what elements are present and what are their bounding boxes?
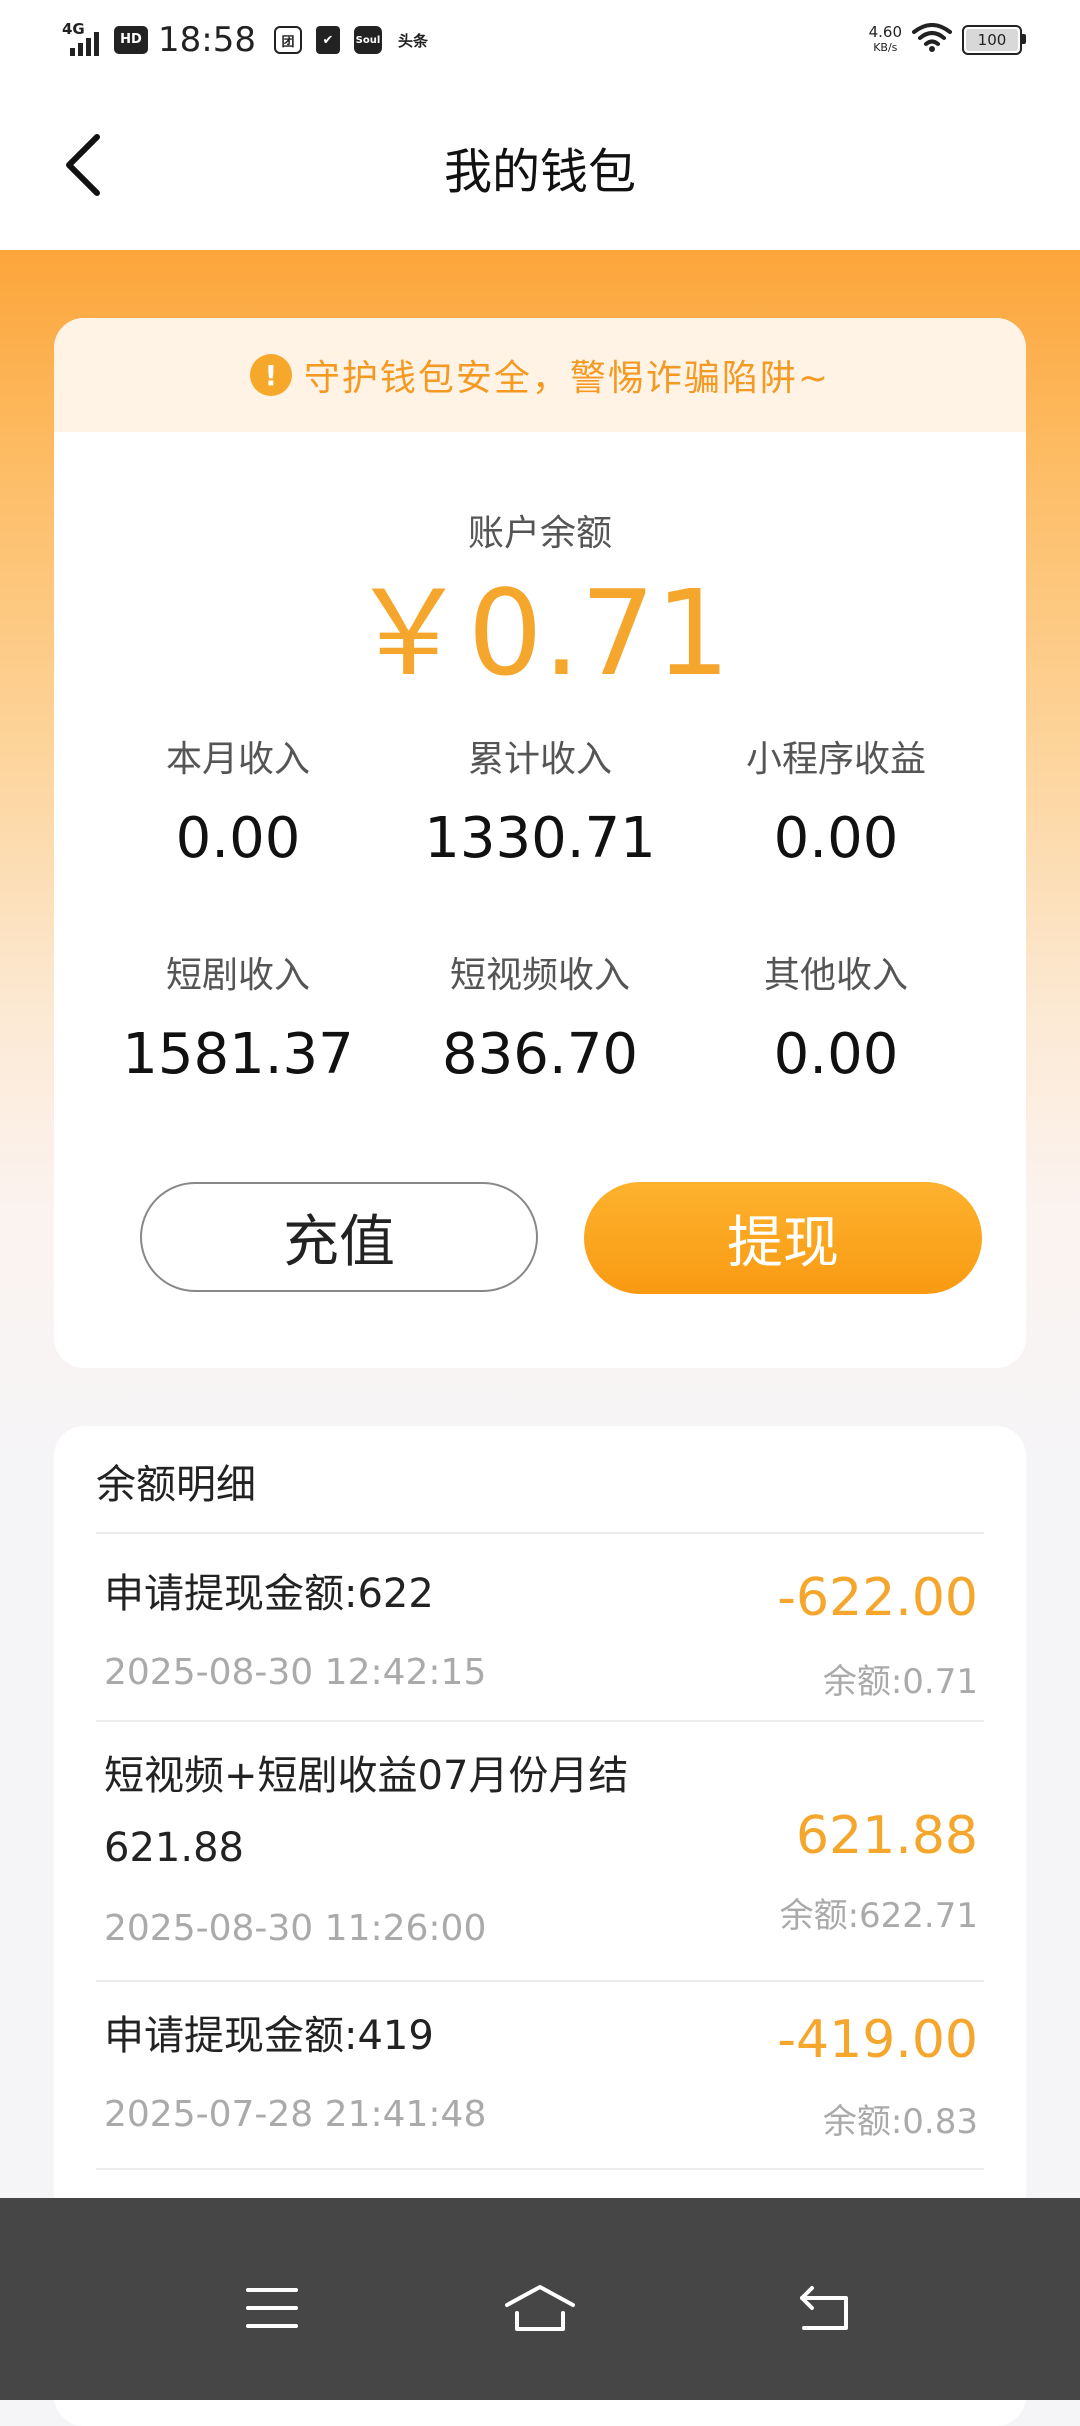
transaction-row[interactable]: 申请提现金额:419 2025-07-28 21:41:48 -419.00 余… bbox=[96, 1982, 984, 2170]
network-speed: 4.60 KB/s bbox=[869, 24, 902, 56]
network-speed-unit: KB/s bbox=[873, 41, 898, 54]
balance-amount: ￥0.71 bbox=[349, 564, 731, 702]
transaction-description: 申请提现金额:622 bbox=[104, 1571, 434, 1617]
recharge-button[interactable]: 充值 bbox=[140, 1182, 538, 1292]
hd-badge: HD bbox=[114, 26, 148, 54]
transaction-balance: 余额:622.71 bbox=[779, 1896, 978, 1936]
title-bar: 我的钱包 bbox=[0, 80, 1080, 250]
transaction-description-cont: 621.88 bbox=[104, 1825, 244, 1871]
transaction-row[interactable]: 短视频+短剧收益07月份月结 621.88 2025-08-30 11:26:0… bbox=[96, 1722, 984, 1982]
security-notice-text: 守护钱包安全，警惕诈骗陷阱~ bbox=[303, 358, 831, 399]
cellular-signal-icon: 4G bbox=[62, 20, 108, 60]
home-icon bbox=[505, 2285, 575, 2331]
notification-soul-icon: Soul bbox=[353, 26, 382, 54]
transaction-row[interactable]: 申请提现金额:622 2025-08-30 12:42:15 -622.00 余… bbox=[96, 1534, 984, 1722]
stat-miniprogram-income: 小程序收益 0.00 bbox=[686, 730, 986, 871]
network-speed-value: 4.60 bbox=[868, 23, 902, 41]
transaction-amount: -419.00 bbox=[777, 2010, 978, 2070]
wallet-card: ! 守护钱包安全，警惕诈骗陷阱~ 账户余额 ￥0.71 本月收入 0.00 累计… bbox=[54, 318, 1026, 1368]
page-title: 我的钱包 bbox=[443, 144, 636, 200]
status-bar: 4G HD 18:58 团 ✔ Soul 头条 4.60 KB/s 100 bbox=[0, 0, 1080, 80]
wifi-icon bbox=[912, 23, 952, 57]
balance-details-title: 余额明细 bbox=[96, 1462, 256, 1508]
transaction-balance: 余额:0.71 bbox=[822, 1662, 978, 1702]
transaction-date: 2025-08-30 11:26:00 bbox=[104, 1908, 487, 1949]
battery-icon: 100 bbox=[962, 25, 1026, 55]
system-navigation-bar bbox=[0, 2198, 1080, 2400]
transaction-description: 申请提现金额:419 bbox=[104, 2013, 434, 2059]
stat-value: 0.00 bbox=[773, 806, 899, 871]
stat-value: 0.00 bbox=[175, 806, 301, 871]
stat-monthly-income: 本月收入 0.00 bbox=[88, 730, 388, 871]
stat-value: 1330.71 bbox=[424, 806, 656, 871]
stat-total-income: 累计收入 1330.71 bbox=[390, 730, 690, 871]
notification-app-icon: 团 bbox=[273, 26, 302, 54]
transaction-description: 短视频+短剧收益07月份月结 bbox=[104, 1753, 629, 1799]
stat-label: 小程序收益 bbox=[745, 739, 926, 780]
stat-value: 836.70 bbox=[442, 1022, 638, 1087]
stat-label: 本月收入 bbox=[165, 739, 310, 780]
menu-icon bbox=[246, 2288, 298, 2328]
transaction-balance: 余额:0.83 bbox=[822, 2102, 978, 2142]
exclamation-circle-icon: ! bbox=[249, 354, 292, 396]
transaction-amount: 621.88 bbox=[796, 1806, 978, 1866]
menu-button[interactable] bbox=[222, 2258, 322, 2358]
status-right: 4.60 KB/s 100 bbox=[869, 18, 1026, 62]
withdraw-button[interactable]: 提现 bbox=[584, 1182, 982, 1294]
transaction-amount: -622.00 bbox=[777, 1568, 978, 1628]
stat-label: 短剧收入 bbox=[165, 955, 310, 996]
notification-check-icon: ✔ bbox=[315, 26, 340, 54]
clock-time: 18:58 bbox=[158, 20, 256, 60]
transaction-date: 2025-07-28 21:41:48 bbox=[104, 2094, 487, 2135]
stat-value: 1581.37 bbox=[122, 1022, 354, 1087]
stat-label: 其他收入 bbox=[763, 955, 908, 996]
transaction-date: 2025-08-30 12:42:15 bbox=[104, 1652, 487, 1693]
stat-label: 累计收入 bbox=[467, 739, 612, 780]
stat-short-video-income: 短视频收入 836.70 bbox=[390, 946, 690, 1087]
balance-label: 账户余额 bbox=[467, 513, 612, 554]
return-icon bbox=[800, 2286, 848, 2330]
battery-level: 100 bbox=[977, 31, 1007, 49]
security-notice: ! 守护钱包安全，警惕诈骗陷阱~ bbox=[54, 318, 1026, 432]
return-button[interactable] bbox=[774, 2258, 874, 2358]
stat-other-income: 其他收入 0.00 bbox=[686, 946, 986, 1087]
stat-short-drama-income: 短剧收入 1581.37 bbox=[88, 946, 388, 1087]
status-left: 4G HD 18:58 团 ✔ Soul 头条 bbox=[62, 18, 444, 62]
stat-label: 短视频收入 bbox=[449, 955, 630, 996]
notification-toutiao-icon: 头条 bbox=[397, 31, 428, 50]
stat-value: 0.00 bbox=[773, 1022, 899, 1087]
home-button[interactable] bbox=[490, 2258, 590, 2358]
